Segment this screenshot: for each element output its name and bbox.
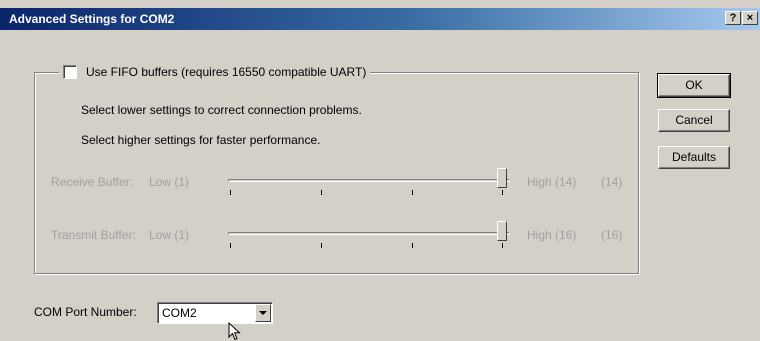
- receive-buffer-thumb[interactable]: [497, 168, 507, 188]
- com-port-label: COM Port Number:: [34, 305, 137, 319]
- transmit-buffer-tick: [412, 243, 413, 248]
- transmit-buffer-tick: [502, 243, 503, 248]
- fifo-checkbox-label[interactable]: Use FIFO buffers (requires 16550 compati…: [86, 65, 366, 79]
- advanced-settings-dialog: Advanced Settings for COM2 ? × Use FIFO …: [0, 0, 760, 341]
- com-port-selected-value[interactable]: COM2: [162, 306, 197, 320]
- transmit-buffer-track[interactable]: [228, 232, 510, 235]
- defaults-button[interactable]: Defaults: [658, 146, 730, 169]
- hint-lower-text: Select lower settings to correct connect…: [81, 103, 362, 117]
- ok-button[interactable]: OK: [657, 73, 731, 98]
- transmit-buffer-thumb[interactable]: [497, 221, 507, 241]
- receive-buffer-tick: [412, 190, 413, 195]
- window-title: Advanced Settings for COM2: [9, 12, 175, 26]
- transmit-buffer-low-label: Low (1): [149, 228, 190, 242]
- transmit-buffer-tick: [230, 243, 231, 248]
- receive-buffer-track[interactable]: [228, 179, 510, 182]
- receive-buffer-value: (14): [601, 175, 623, 189]
- receive-buffer-high-label: High (14): [527, 175, 577, 189]
- close-icon[interactable]: ×: [742, 11, 758, 25]
- receive-buffer-low-label: Low (1): [149, 175, 190, 189]
- com-port-dropdown[interactable]: COM2: [157, 302, 273, 324]
- receive-buffer-tick: [321, 190, 322, 195]
- title-bar[interactable]: Advanced Settings for COM2 ? ×: [0, 8, 760, 30]
- receive-buffer-tick: [502, 190, 503, 195]
- transmit-buffer-value: (16): [601, 228, 623, 242]
- fifo-checkbox-row[interactable]: Use FIFO buffers (requires 16550 compati…: [59, 63, 371, 81]
- hint-higher-text: Select higher settings for faster perfor…: [81, 133, 321, 147]
- transmit-buffer-high-label: High (16): [527, 228, 577, 242]
- transmit-buffer-label: Transmit Buffer:: [51, 228, 136, 242]
- transmit-buffer-tick: [321, 243, 322, 248]
- mouse-pointer-icon: [228, 322, 241, 341]
- help-icon[interactable]: ?: [725, 11, 741, 25]
- fifo-checkbox[interactable]: [63, 65, 77, 79]
- receive-buffer-label: Receive Buffer:: [51, 175, 133, 189]
- receive-buffer-tick: [230, 190, 231, 195]
- cancel-button[interactable]: Cancel: [658, 109, 730, 132]
- dropdown-arrow-icon[interactable]: [255, 304, 271, 322]
